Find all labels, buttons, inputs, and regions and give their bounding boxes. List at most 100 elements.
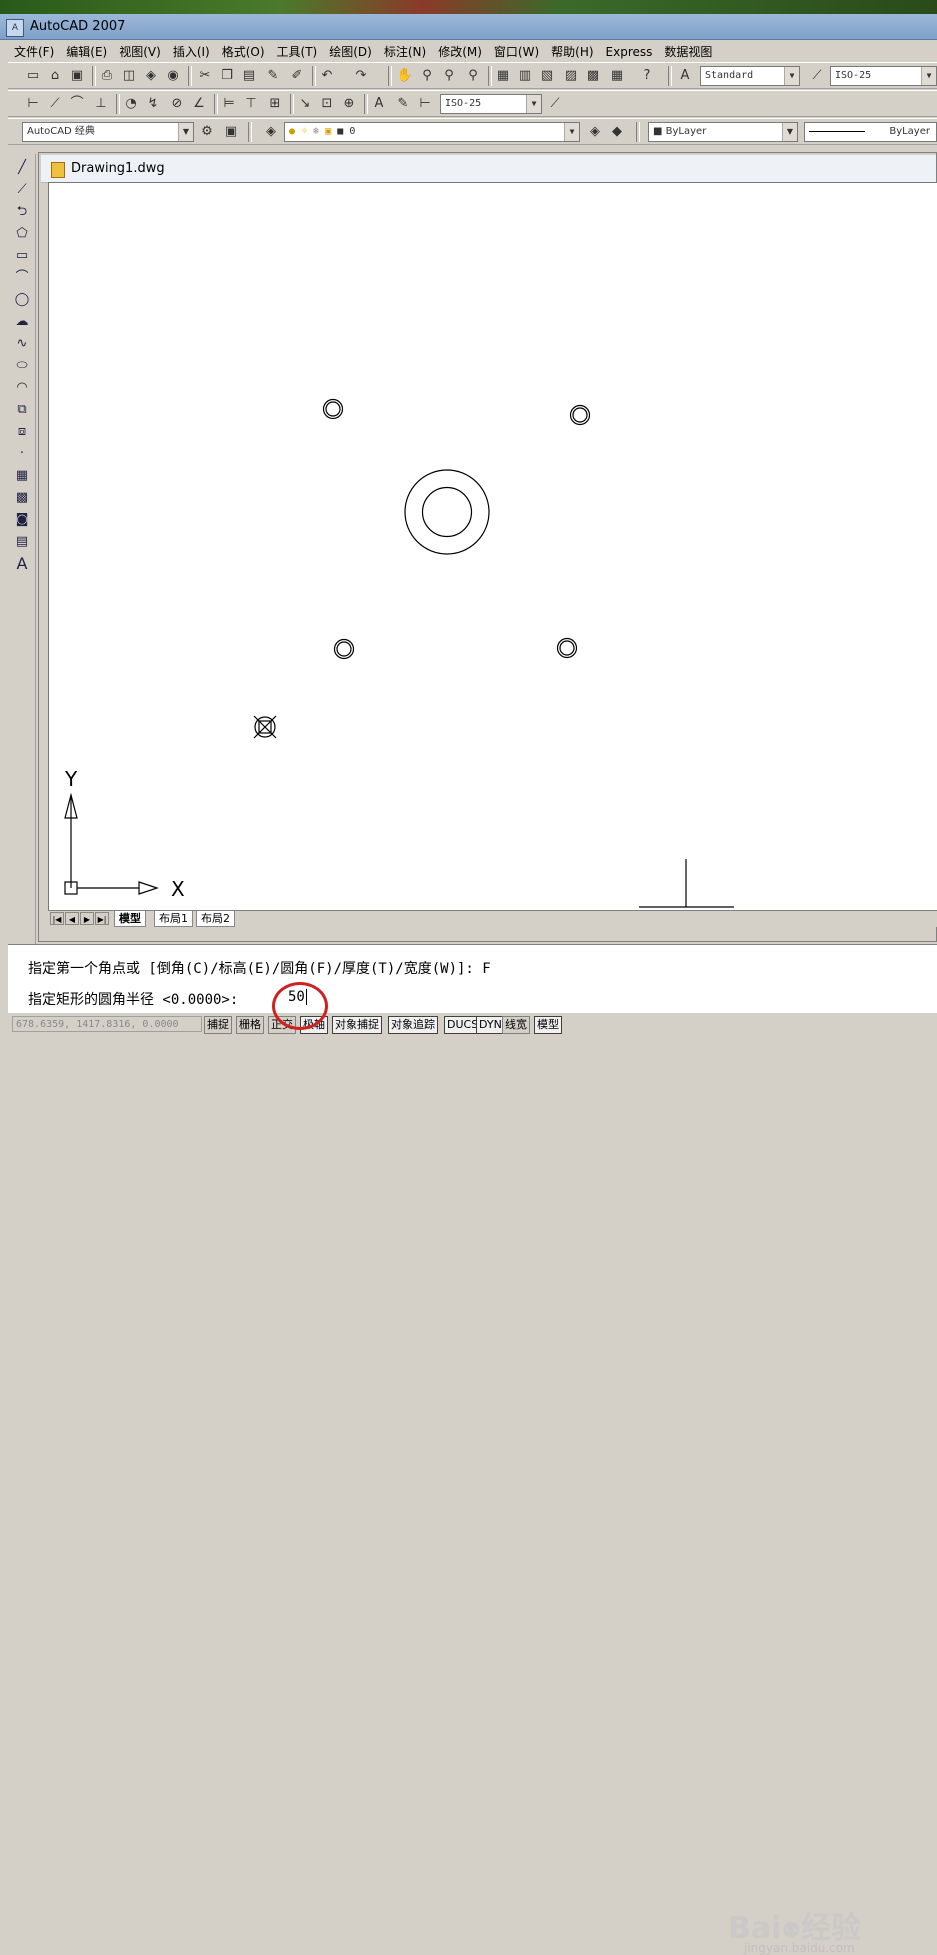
next-tab-icon[interactable]: ▶ xyxy=(80,912,94,925)
3d-dwf-icon[interactable]: ◉ xyxy=(164,67,182,85)
open-icon[interactable]: ⌂ xyxy=(46,67,64,85)
lineweight-toggle[interactable]: 线宽 xyxy=(502,1016,530,1034)
osnap-toggle[interactable]: 对象捕捉 xyxy=(332,1016,382,1034)
menu-format[interactable]: 格式(O) xyxy=(216,40,271,60)
redo-icon[interactable]: ↷ xyxy=(352,67,370,85)
zoom-realtime-icon[interactable]: ⚲ xyxy=(418,67,436,85)
zoom-window-icon[interactable]: ⚲ xyxy=(440,67,458,85)
menu-modify[interactable]: 修改(M) xyxy=(432,40,488,60)
command-window[interactable]: 指定第一个角点或 [倒角(C)/标高(E)/圆角(F)/厚度(T)/宽度(W)]… xyxy=(8,944,937,1955)
dimension-update-icon[interactable]: ⊢ xyxy=(416,95,434,113)
menu-help[interactable]: 帮助(H) xyxy=(545,40,599,60)
menu-window[interactable]: 窗口(W) xyxy=(488,40,545,60)
paste-icon[interactable]: ▤ xyxy=(240,67,258,85)
workspace-select[interactable]: AutoCAD 经典 ▼ xyxy=(22,122,194,142)
center-circle-inner[interactable] xyxy=(421,486,473,538)
linetype-select[interactable]: ByLayer xyxy=(804,122,937,142)
copy-icon[interactable]: ❐ xyxy=(218,67,236,85)
design-center-icon[interactable]: ▥ xyxy=(516,67,534,85)
spline-icon[interactable]: ∿ xyxy=(12,334,32,354)
undo-icon[interactable]: ↶ xyxy=(318,67,336,85)
ellipse-arc-icon[interactable]: ◠ xyxy=(12,378,32,398)
leader-icon[interactable]: ↘ xyxy=(296,95,314,113)
zoom-previous-icon[interactable]: ⚲ xyxy=(464,67,482,85)
table-icon[interactable]: ▤ xyxy=(12,532,32,552)
dyn-toggle[interactable]: DYN xyxy=(476,1016,505,1034)
continue-dimension-icon[interactable]: ⊞ xyxy=(266,95,284,113)
multiline-text-icon[interactable]: A xyxy=(12,554,32,574)
model-toggle[interactable]: 模型 xyxy=(534,1016,562,1034)
circle-icon[interactable]: ◯ xyxy=(12,290,32,310)
jogged-dimension-icon[interactable]: ↯ xyxy=(144,95,162,113)
menu-insert[interactable]: 插入(I) xyxy=(167,40,216,60)
help-icon[interactable]: ? xyxy=(638,67,656,85)
make-current-layer-icon[interactable]: ◈ xyxy=(586,123,604,141)
dimension-edit-icon[interactable]: A xyxy=(370,95,388,113)
polygon-icon[interactable]: ⬠ xyxy=(12,224,32,244)
workspace-settings-icon[interactable]: ⚙ xyxy=(198,123,216,141)
calculator-icon[interactable]: ▦ xyxy=(608,67,626,85)
publish-icon[interactable]: ◈ xyxy=(142,67,160,85)
line-icon[interactable]: ╱ xyxy=(12,158,32,178)
dim-style-icon[interactable]: ⟋ xyxy=(808,67,826,85)
block-editor-icon[interactable]: ✐ xyxy=(288,67,306,85)
insert-block-icon[interactable]: ⧉ xyxy=(12,400,32,420)
text-style-select[interactable]: Standard ▼ xyxy=(700,66,800,86)
last-tab-icon[interactable]: ▶| xyxy=(95,912,109,925)
linear-dimension-icon[interactable]: ⊢ xyxy=(24,95,42,113)
menu-data-view[interactable]: 数据视图 xyxy=(658,40,718,60)
center-circle-outer[interactable] xyxy=(404,469,490,555)
point-icon[interactable]: · xyxy=(12,444,32,464)
layer-manager-icon[interactable]: ◈ xyxy=(262,123,280,141)
menu-express[interactable]: Express xyxy=(600,42,659,59)
properties-icon[interactable]: ▦ xyxy=(494,67,512,85)
arc-icon[interactable]: ⌒ xyxy=(12,268,32,288)
drawing-canvas[interactable]: Y X xyxy=(48,182,937,912)
match-properties-icon[interactable]: ✎ xyxy=(264,67,282,85)
region-icon[interactable]: ◙ xyxy=(12,510,32,530)
radius-dimension-icon[interactable]: ◔ xyxy=(122,95,140,113)
quick-dimension-icon[interactable]: ⊨ xyxy=(220,95,238,113)
menu-dimension[interactable]: 标注(N) xyxy=(378,40,432,60)
markup-icon[interactable]: ▩ xyxy=(584,67,602,85)
pan-icon[interactable]: ✋ xyxy=(396,67,414,85)
dimension-style-icon[interactable]: ⟋ xyxy=(546,95,564,113)
sheet-set-icon[interactable]: ▨ xyxy=(562,67,580,85)
tab-layout1[interactable]: 布局1 xyxy=(154,911,193,927)
menu-view[interactable]: 视图(V) xyxy=(113,40,167,60)
tab-model[interactable]: 模型 xyxy=(114,911,146,927)
make-block-icon[interactable]: ⧈ xyxy=(12,422,32,442)
workspace-save-icon[interactable]: ▣ xyxy=(222,123,240,141)
text-style-icon[interactable]: A xyxy=(676,67,694,85)
rectangle-icon[interactable]: ▭ xyxy=(12,246,32,266)
center-mark-icon[interactable]: ⊕ xyxy=(340,95,358,113)
angular-dimension-icon[interactable]: ∠ xyxy=(190,95,208,113)
save-icon[interactable]: ▣ xyxy=(68,67,86,85)
color-select[interactable]: ■ ByLayer ▼ xyxy=(648,122,798,142)
ordinate-dimension-icon[interactable]: ⊥ xyxy=(92,95,110,113)
tool-palettes-icon[interactable]: ▧ xyxy=(538,67,556,85)
tolerance-icon[interactable]: ⊡ xyxy=(318,95,336,113)
baseline-dimension-icon[interactable]: ⊤ xyxy=(242,95,260,113)
hatch-icon[interactable]: ▦ xyxy=(12,466,32,486)
layer-previous-icon[interactable]: ◆ xyxy=(608,123,626,141)
aligned-dimension-icon[interactable]: ⟋ xyxy=(46,95,64,113)
print-icon[interactable]: ⎙ xyxy=(98,67,116,85)
print-preview-icon[interactable]: ◫ xyxy=(120,67,138,85)
tab-layout2[interactable]: 布局2 xyxy=(196,911,235,927)
grid-toggle[interactable]: 栅格 xyxy=(236,1016,264,1034)
prev-tab-icon[interactable]: ◀ xyxy=(65,912,79,925)
dim-style-select-row2[interactable]: ISO-25 ▼ xyxy=(440,94,542,114)
revision-cloud-icon[interactable]: ☁ xyxy=(12,312,32,332)
snap-toggle[interactable]: 捕捉 xyxy=(204,1016,232,1034)
dim-style-select[interactable]: ISO-25 ▼ xyxy=(830,66,937,86)
cut-icon[interactable]: ✂ xyxy=(196,67,214,85)
new-icon[interactable]: ▭ xyxy=(24,67,42,85)
construction-line-icon[interactable]: ⟋ xyxy=(12,180,32,200)
diameter-dimension-icon[interactable]: ⊘ xyxy=(168,95,186,113)
polyline-icon[interactable]: ⮌ xyxy=(12,202,32,222)
menu-file[interactable]: 文件(F) xyxy=(8,40,60,60)
arc-length-icon[interactable]: ⌒ xyxy=(68,95,86,113)
layer-select[interactable]: ● ☼ ❄ ▣ ■ 0 ▼ xyxy=(284,122,580,142)
otrack-toggle[interactable]: 对象追踪 xyxy=(388,1016,438,1034)
